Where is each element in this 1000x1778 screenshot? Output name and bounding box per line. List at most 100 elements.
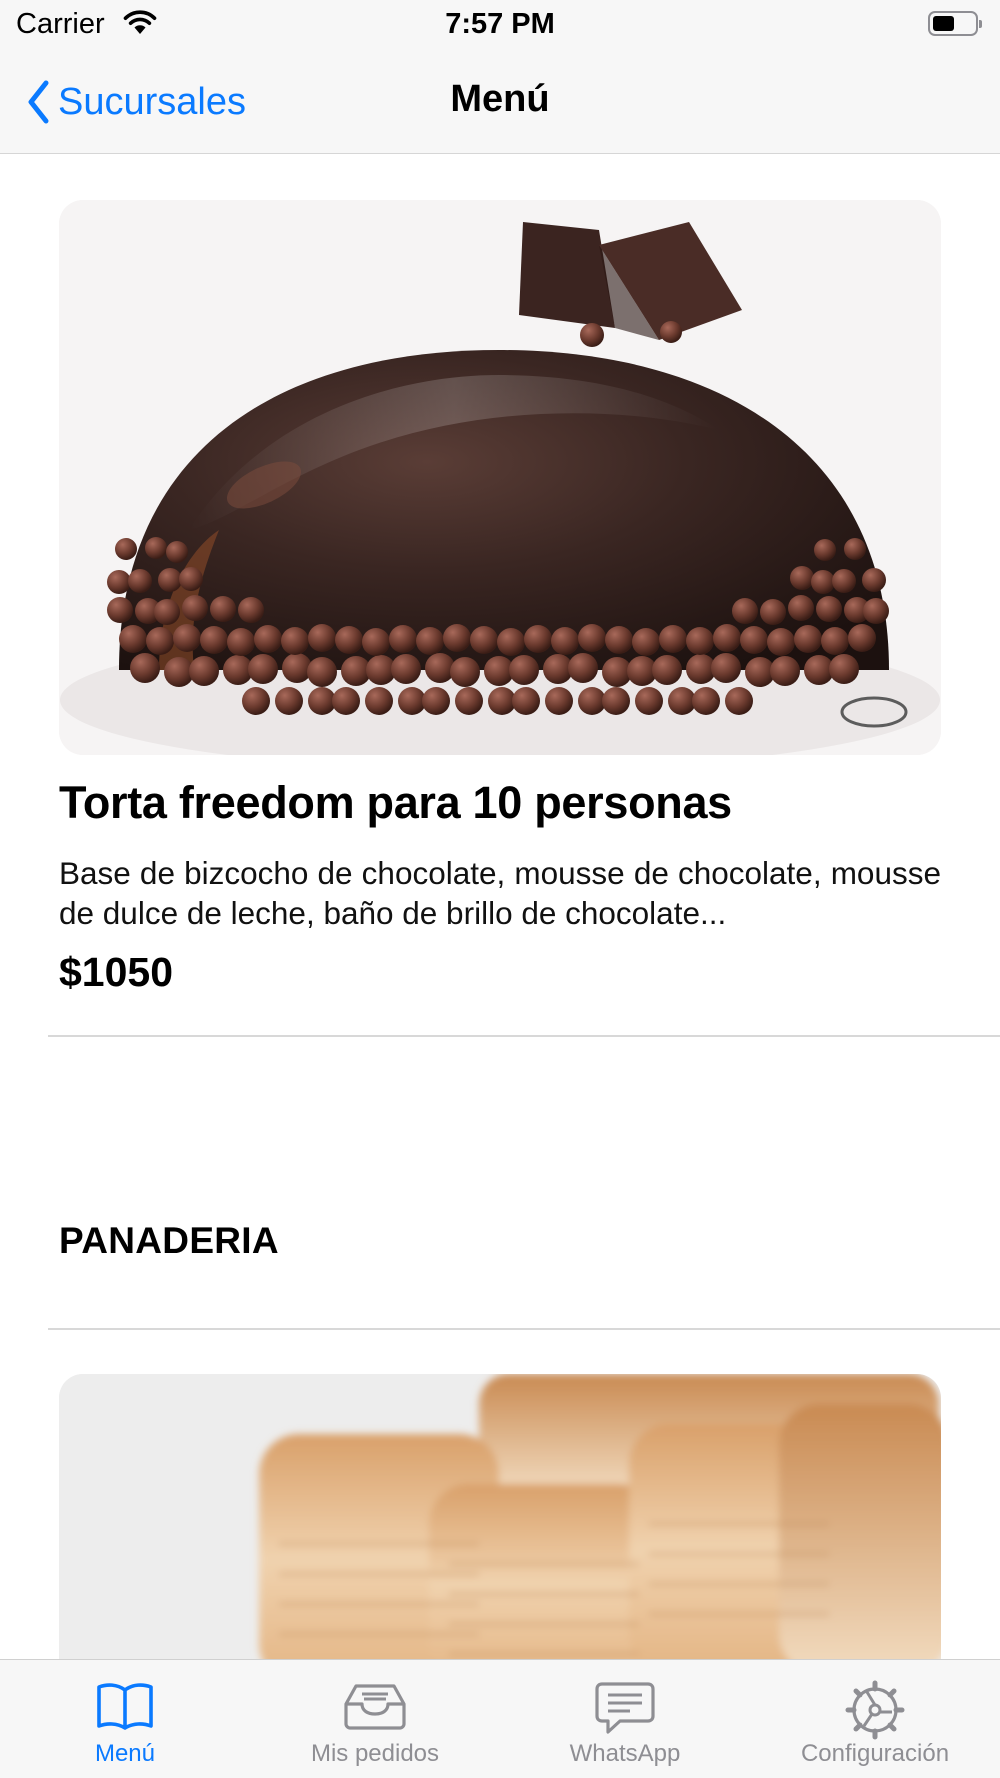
chocolate-ball <box>107 597 133 623</box>
product-image[interactable] <box>59 200 941 755</box>
pastry-illustration <box>59 1374 941 1659</box>
section-divider <box>48 1328 1000 1330</box>
chocolate-ball <box>227 628 255 656</box>
chocolate-ball <box>210 596 236 622</box>
tab-menu[interactable]: Menú <box>0 1660 250 1778</box>
product-price: $1050 <box>59 949 174 995</box>
chocolate-ball <box>578 624 606 652</box>
chocolate-ball <box>713 624 741 652</box>
chocolate-ball <box>389 625 417 653</box>
chocolate-ball <box>821 627 849 655</box>
message-icon <box>500 1680 750 1741</box>
chocolate-ball <box>711 653 741 683</box>
chocolate-ball <box>391 654 421 684</box>
tab-label: Menú <box>94 1740 156 1767</box>
chocolate-ball <box>788 595 814 621</box>
chocolate-ball <box>863 598 889 624</box>
tab-label: Configuración <box>800 1740 950 1767</box>
chocolate-cake-illustration <box>59 200 941 755</box>
chocolate-ball <box>450 657 480 687</box>
chocolate-ball <box>200 626 228 654</box>
chocolate-ball <box>568 653 598 683</box>
tab-label: WhatsApp <box>569 1740 681 1767</box>
chocolate-ball <box>146 627 174 655</box>
chocolate-ball <box>173 624 201 652</box>
chocolate-ball <box>844 538 866 560</box>
chocolate-ball <box>308 624 336 652</box>
chocolate-ball <box>335 626 363 654</box>
battery-level <box>933 16 954 31</box>
chocolate-ball <box>497 628 525 656</box>
chocolate-ball <box>578 687 606 715</box>
chocolate-ball <box>128 569 152 593</box>
chocolate-ball <box>635 687 663 715</box>
chocolate-ball <box>760 599 786 625</box>
chocolate-ball <box>686 627 714 655</box>
chocolate-ball <box>154 599 180 625</box>
chocolate-ball <box>602 687 630 715</box>
chocolate-ball <box>790 566 814 590</box>
chocolate-ball <box>632 628 660 656</box>
chocolate-ball <box>242 687 270 715</box>
product-description: Base de bizcocho de chocolate, mousse de… <box>59 855 941 931</box>
chocolate-ball <box>862 568 886 592</box>
chocolate-ball <box>158 568 182 592</box>
chocolate-ball <box>179 567 203 591</box>
product-title: Torta freedom para 10 personas <box>59 777 732 828</box>
chocolate-ball <box>365 687 393 715</box>
chocolate-ball <box>455 687 483 715</box>
tray-icon <box>250 1680 500 1737</box>
chocolate-ball <box>816 596 842 622</box>
chocolate-ball <box>814 539 836 561</box>
menu-list[interactable]: Torta freedom para 10 personas Base de b… <box>0 155 1000 1659</box>
chocolate-ball <box>740 626 768 654</box>
chocolate-ball <box>282 653 312 683</box>
chocolate-ball <box>652 655 682 685</box>
chocolate-ball <box>848 624 876 652</box>
chocolate-ball <box>425 653 455 683</box>
chocolate-ball <box>811 570 835 594</box>
product-image[interactable] <box>59 1374 941 1659</box>
tab-label: Mis pedidos <box>310 1740 440 1767</box>
chocolate-ball <box>362 628 390 656</box>
chocolate-ball <box>488 687 516 715</box>
tab-whatsapp[interactable]: WhatsApp <box>500 1660 750 1778</box>
tab-mis-pedidos[interactable]: Mis pedidos <box>250 1660 500 1778</box>
chocolate-ball <box>692 687 720 715</box>
chocolate-ball <box>307 657 337 687</box>
chocolate-ball <box>119 625 147 653</box>
chocolate-ball <box>398 687 426 715</box>
chocolate-ball <box>416 627 444 655</box>
chocolate-ball <box>254 625 282 653</box>
chocolate-ball <box>182 595 208 621</box>
navigation-bar: Sucursales Menú <box>0 50 1000 154</box>
page-title: Menú <box>450 78 550 120</box>
chocolate-ball <box>509 655 539 685</box>
chocolate-ball <box>189 656 219 686</box>
chocolate-ball <box>770 656 800 686</box>
row-divider <box>48 1035 1000 1037</box>
section-header-panaderia: PANADERIA <box>59 1220 279 1261</box>
chocolate-ball <box>829 654 859 684</box>
chocolate-ball <box>668 687 696 715</box>
chocolate-ball <box>115 538 137 560</box>
chocolate-ball <box>107 570 131 594</box>
chocolate-ball <box>551 627 579 655</box>
chocolate-ball <box>832 569 856 593</box>
chocolate-ball <box>443 624 471 652</box>
tab-bar: Menú Mis pedidos WhatsApp Configuración <box>0 1659 1000 1778</box>
gear-icon <box>750 1680 1000 1745</box>
chocolate-ball <box>332 687 360 715</box>
chocolate-ball <box>732 598 758 624</box>
chocolate-ball <box>512 687 540 715</box>
chocolate-ball <box>145 537 167 559</box>
chocolate-ball <box>281 627 309 655</box>
chocolate-ball <box>725 687 753 715</box>
chocolate-ball <box>659 625 687 653</box>
chocolate-ball <box>275 687 303 715</box>
tab-configuracion[interactable]: Configuración <box>750 1660 1000 1778</box>
chocolate-ball <box>524 625 552 653</box>
status-bar: Carrier 7:57 PM <box>0 0 1000 50</box>
chocolate-ball <box>422 687 450 715</box>
chocolate-ball <box>248 654 278 684</box>
